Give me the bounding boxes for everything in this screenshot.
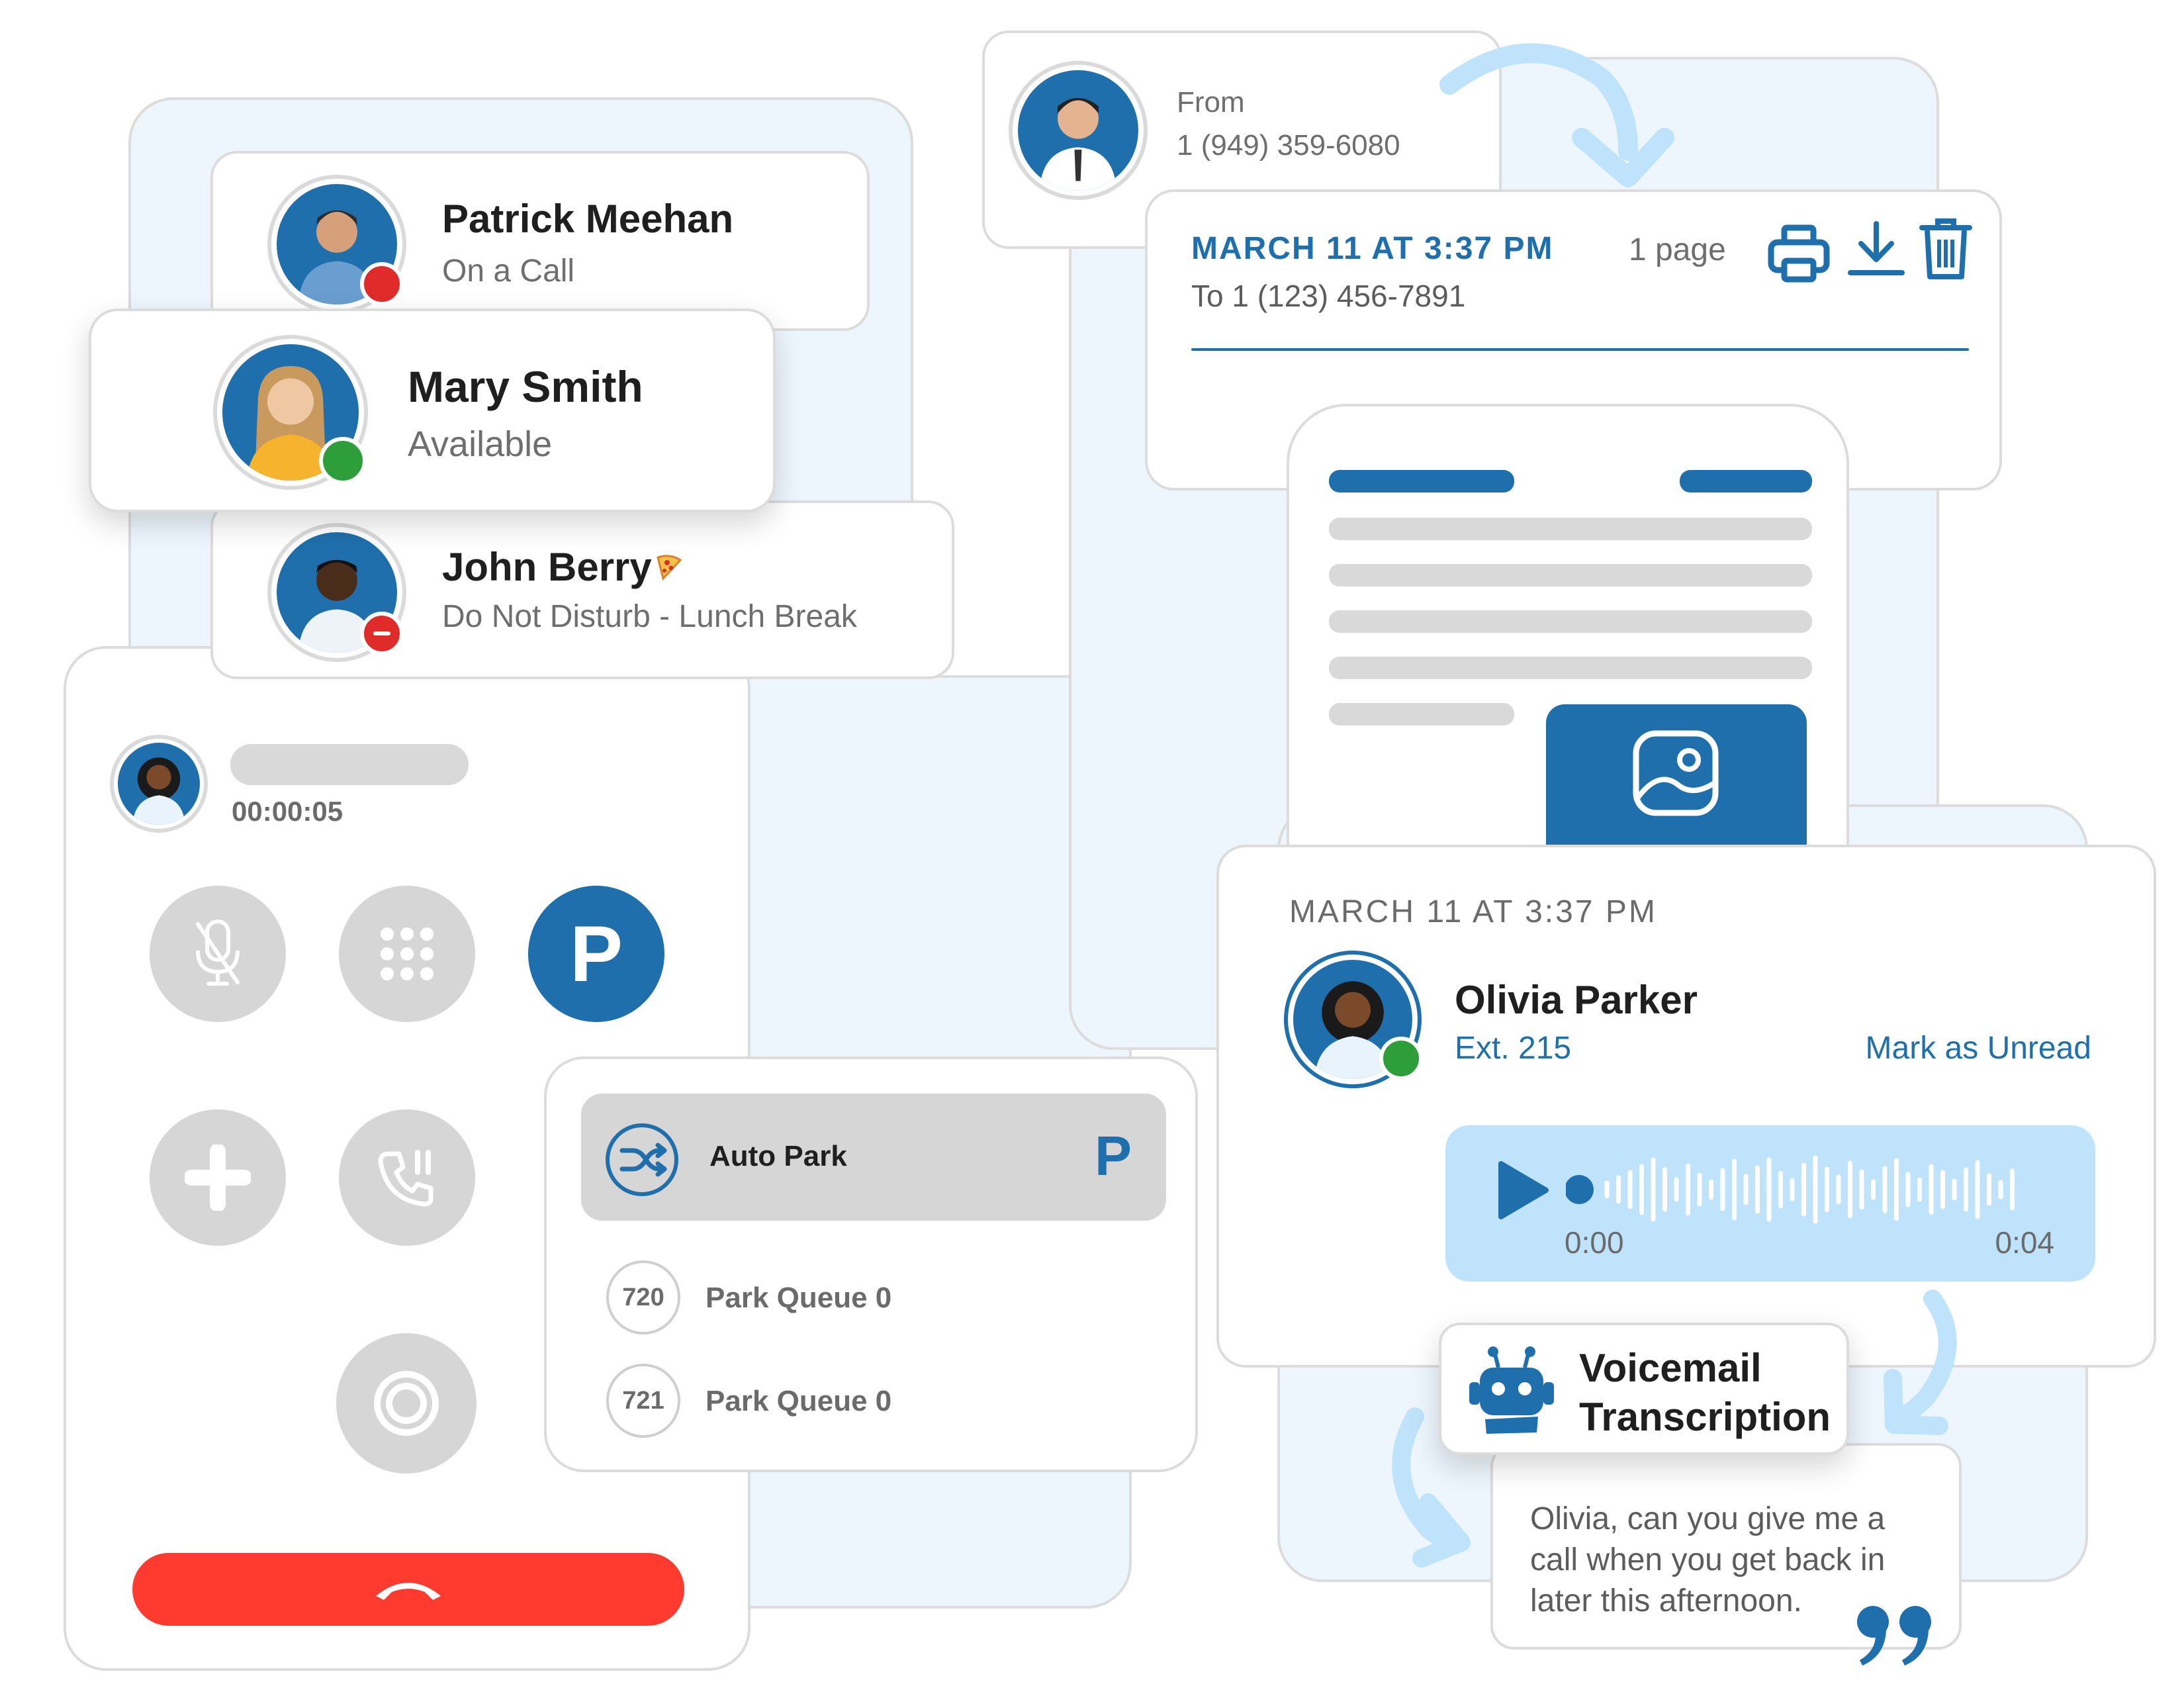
robot-icon [1469, 1346, 1554, 1434]
sender-avatar [1009, 61, 1148, 200]
contact-name: Mary Smith [408, 362, 643, 411]
from-label: From [1177, 86, 1245, 118]
voicemail-ext: Ext. 215 [1455, 1031, 1572, 1066]
shuffle-icon [606, 1123, 678, 1196]
contact-avatar [267, 523, 406, 662]
contact-card-john[interactable]: John Berry Do Not Disturb - Lunch Break [210, 500, 954, 679]
record-button[interactable] [336, 1333, 477, 1474]
fax-to: To 1 (123) 456-7891 [1191, 279, 1466, 313]
mute-button[interactable] [150, 886, 286, 1022]
fax-document-preview[interactable] [1287, 404, 1849, 907]
hang-up-button[interactable] [132, 1553, 684, 1626]
mic-muted-icon [196, 919, 240, 986]
fax-divider [1191, 348, 1969, 351]
auto-park-label: Auto Park [709, 1140, 847, 1172]
plus-icon [185, 1145, 251, 1211]
doc-text-line [1329, 610, 1812, 633]
mark-as-unread-link[interactable]: Mark as Unread [1866, 1030, 2091, 1066]
transcription-title-line2: Transcription [1579, 1395, 1831, 1439]
voicemail-caller-name: Olivia Parker [1455, 978, 1698, 1022]
voicemail-caller-avatar [1284, 951, 1423, 1088]
doc-text-line [1329, 657, 1812, 679]
park-queue-label: Park Queue 0 [705, 1385, 892, 1417]
contact-status: Do Not Disturb - Lunch Break [442, 599, 857, 634]
contact-card-patrick[interactable]: Patrick Meehan On a Call [210, 151, 870, 331]
park-queue-item[interactable]: 721 Park Queue 0 [606, 1361, 1149, 1440]
status-dot-available [1379, 1037, 1423, 1080]
park-menu-card: Auto Park P 720 Park Queue 0 721 Park Qu… [544, 1056, 1198, 1472]
download-icon[interactable] [1846, 220, 1906, 279]
auto-park-option[interactable]: Auto Park P [581, 1094, 1166, 1221]
image-icon [1633, 730, 1719, 816]
fax-page-count: 1 page [1629, 232, 1726, 267]
printer-icon[interactable] [1767, 224, 1831, 283]
doc-header-bar [1680, 470, 1812, 492]
trash-icon[interactable] [1919, 216, 1972, 282]
doc-header-bar [1329, 470, 1514, 492]
from-number: 1 (949) 359-6080 [1177, 129, 1400, 162]
voicemail-transcription-badge: Voicemail Transcription [1439, 1323, 1849, 1455]
park-queue-item[interactable]: 720 Park Queue 0 [606, 1258, 1149, 1337]
caller-avatar [110, 735, 208, 833]
playhead-marker [1566, 1175, 1594, 1204]
voicemail-card: MARCH 11 AT 3:37 PM Olivia Parker Ext. 2… [1216, 845, 2156, 1368]
contact-card-mary[interactable]: Mary Smith Available [89, 308, 776, 512]
status-dnd-icon [360, 612, 404, 655]
park-queue-ext: 720 [606, 1260, 680, 1335]
fax-date: MARCH 11 AT 3:37 PM [1191, 231, 1554, 266]
curved-arrow-icon [1884, 1289, 1957, 1435]
voicemail-date: MARCH 11 AT 3:37 PM [1289, 894, 1657, 929]
contact-name: John Berry [442, 545, 652, 589]
contact-avatar [267, 175, 406, 314]
park-queue-label: Park Queue 0 [705, 1282, 892, 1314]
transcription-title-line1: Voicemail [1579, 1346, 1762, 1390]
phone-hold-icon [378, 1150, 433, 1207]
hang-up-icon [376, 1583, 441, 1600]
record-icon [374, 1371, 439, 1436]
caller-name-placeholder [230, 744, 469, 785]
doc-text-line [1329, 518, 1812, 540]
contact-status: On a Call [442, 254, 575, 289]
status-dot-available [319, 437, 367, 485]
contact-name: Patrick Meehan [442, 197, 734, 241]
park-call-button[interactable]: P [528, 886, 664, 1022]
contact-avatar [213, 335, 368, 490]
status-dot-on-call [360, 262, 404, 306]
quote-icon [1857, 1606, 1931, 1665]
play-icon[interactable] [1497, 1160, 1550, 1221]
doc-text-line [1329, 564, 1812, 586]
voicemail-player: 0:00 0:04 [1445, 1125, 2095, 1282]
hold-button[interactable] [339, 1109, 475, 1246]
park-queue-ext: 721 [606, 1364, 680, 1438]
doc-text-line [1329, 703, 1514, 726]
pizza-emoji-icon [654, 552, 683, 581]
curved-arrow-icon [1439, 43, 1674, 187]
keypad-button[interactable] [339, 886, 475, 1022]
contact-status: Available [408, 424, 553, 464]
auto-park-letter: P [1095, 1125, 1132, 1187]
add-call-button[interactable] [150, 1109, 286, 1246]
dialpad-icon [381, 927, 433, 980]
playback-time-end: 0:04 [1995, 1225, 2054, 1260]
playback-time-start: 0:00 [1565, 1225, 1624, 1260]
park-letter: P [569, 910, 623, 998]
call-timer: 00:00:05 [232, 796, 343, 827]
audio-waveform[interactable] [1566, 1153, 2029, 1226]
